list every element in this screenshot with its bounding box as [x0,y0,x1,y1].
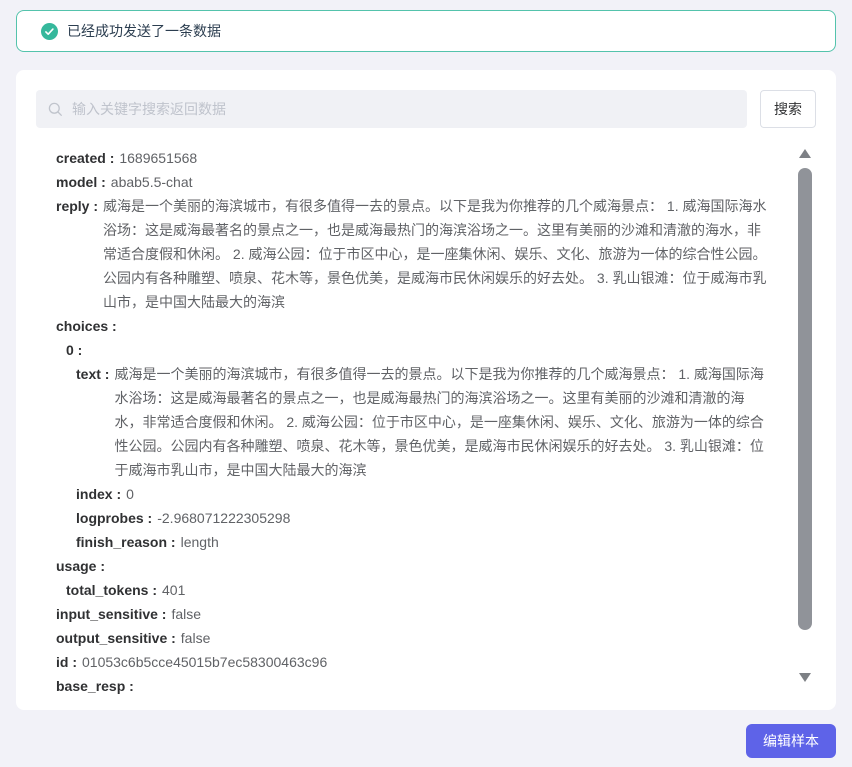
data-key: reply : [56,194,98,314]
data-key: id : [56,650,77,674]
data-key: base_resp : [56,674,134,698]
data-key: index : [76,482,121,506]
data-value: 401 [162,578,772,602]
scroll-up-arrow-icon[interactable] [799,149,811,158]
response-card: 搜索 created : 1689651568 model : abab5.5-… [16,70,836,710]
check-circle-icon [41,23,58,40]
scrollbar[interactable] [797,149,813,685]
data-value: 1689651568 [119,146,772,170]
data-row: reply : 威海是一个美丽的海滨城市，有很多值得一去的景点。以下是我为你推荐… [56,194,772,314]
data-key: 0 : [66,338,82,362]
data-value [110,554,772,578]
data-key: total_tokens : [66,578,157,602]
data-value: 0 [126,482,772,506]
data-value [122,314,772,338]
search-input-wrapper [36,90,747,128]
data-value: 威海是一个美丽的海滨城市，有很多值得一去的景点。以下是我为你推荐的几个威海景点：… [103,194,772,314]
data-value: length [181,530,772,554]
data-row: total_tokens : 401 [56,578,772,602]
edit-sample-button[interactable]: 编辑样本 [746,724,836,758]
data-value [87,338,772,362]
data-value: -2.968071222305298 [157,506,772,530]
data-key: input_sensitive : [56,602,166,626]
search-row: 搜索 [36,90,816,128]
data-key: created : [56,146,114,170]
data-key: model : [56,170,106,194]
data-row: usage : [56,554,772,578]
data-value: 威海是一个美丽的海滨城市，有很多值得一去的景点。以下是我为你推荐的几个威海景点：… [114,362,772,482]
scrollbar-thumb[interactable] [798,168,812,630]
data-key: text : [76,362,109,482]
data-value: abab5.5-chat [111,170,772,194]
data-key: choices : [56,314,117,338]
success-toast: 已经成功发送了一条数据 [16,10,836,52]
toast-message: 已经成功发送了一条数据 [67,21,221,41]
data-row: id : 01053c6b5cce45015b7ec58300463c96 [56,650,772,674]
data-row: index : 0 [56,482,772,506]
data-row: output_sensitive : false [56,626,772,650]
data-value: 01053c6b5cce45015b7ec58300463c96 [82,650,772,674]
data-value: false [171,602,772,626]
data-key: usage : [56,554,105,578]
data-row: 0 : [56,338,772,362]
search-button[interactable]: 搜索 [760,90,816,128]
search-input[interactable] [70,100,735,118]
data-value [139,674,772,698]
data-row: choices : [56,314,772,338]
data-row: created : 1689651568 [56,146,772,170]
data-value: false [181,626,772,650]
data-key: logprobes : [76,506,152,530]
data-row: input_sensitive : false [56,602,772,626]
data-key: output_sensitive : [56,626,176,650]
data-row: finish_reason : length [56,530,772,554]
data-row: model : abab5.5-chat [56,170,772,194]
data-row: base_resp : [56,674,772,698]
data-key: finish_reason : [76,530,176,554]
data-row: text : 威海是一个美丽的海滨城市，有很多值得一去的景点。以下是我为你推荐的… [56,362,772,482]
data-row: logprobes : -2.968071222305298 [56,506,772,530]
search-icon [48,102,63,117]
key-value-list: created : 1689651568 model : abab5.5-cha… [56,146,772,698]
scroll-down-arrow-icon[interactable] [799,673,811,682]
response-data-pane: created : 1689651568 model : abab5.5-cha… [36,146,816,698]
